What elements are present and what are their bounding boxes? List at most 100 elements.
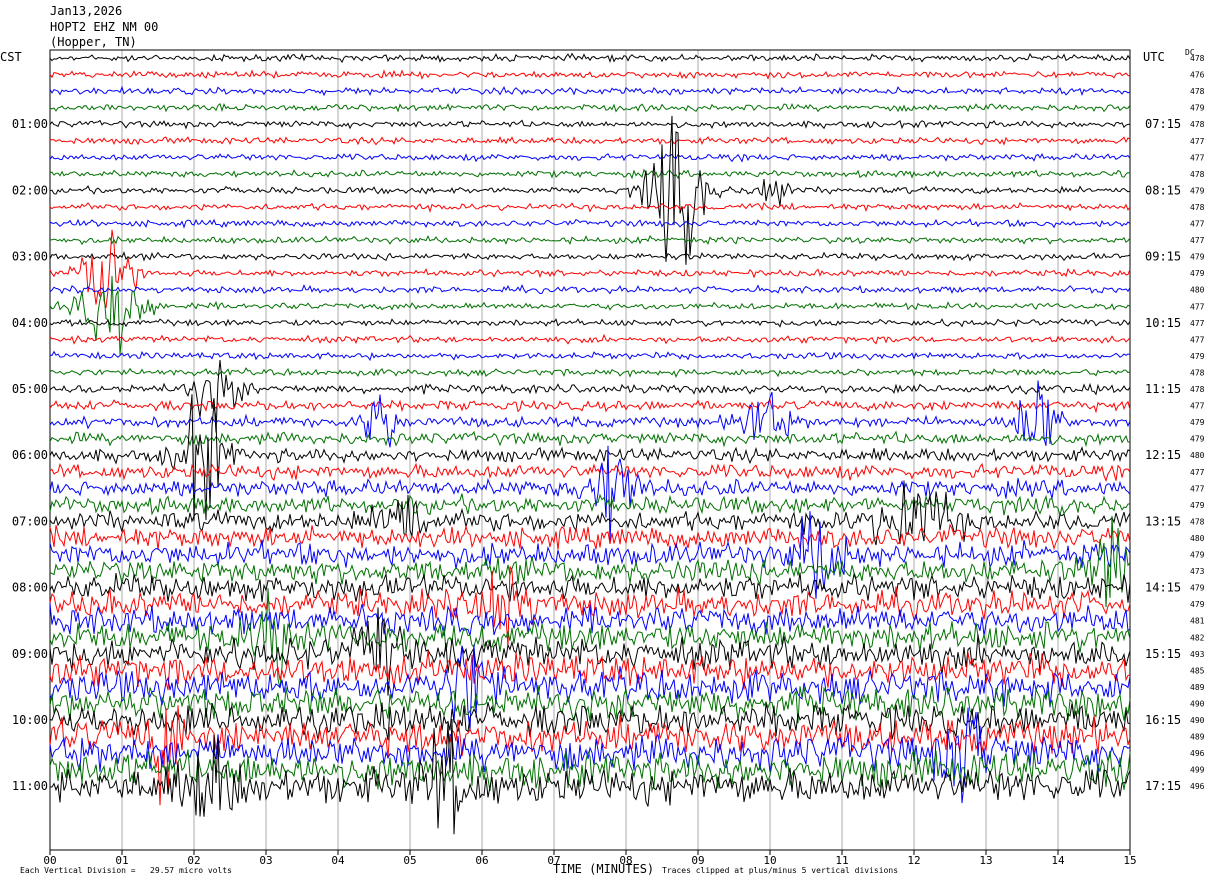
dc-offset-label: 477 [1190,468,1205,477]
dc-offset-label: 478 [1190,385,1205,394]
dc-offset-label: 479 [1190,186,1205,195]
seismic-trace [49,69,1131,80]
dc-offset-label: 478 [1190,170,1205,179]
dc-offset-label: 477 [1190,302,1205,311]
x-tick-label: 09 [691,854,704,867]
x-tick-label: 12 [907,854,920,867]
seismic-trace [49,318,1131,328]
helicorder-plot: 00 01 02 03 04 05 06 07 08 09 10 11 12 13 14 15 478 476 47… [12,49,1205,867]
right-hour-label: 13:15 [1145,514,1181,528]
dc-offset-label: 481 [1190,617,1205,626]
right-hour-label: 17:15 [1145,779,1181,793]
x-tick-label: 00 [43,854,56,867]
right-hour-label: 09:15 [1145,250,1181,264]
x-tick-label: 14 [1051,854,1065,867]
left-hour-label: 11:00 [12,779,48,793]
right-hour-label: 11:15 [1145,382,1181,396]
seismic-trace [49,333,1131,345]
right-hour-label: 07:15 [1145,117,1181,131]
seismic-trace [49,135,1131,146]
dc-offset-label: 490 [1190,699,1205,708]
right-hour-label: 16:15 [1145,713,1181,727]
left-hour-label: 07:00 [12,514,48,528]
dc-offset-label: 477 [1190,402,1205,411]
dc-offset-label: 480 [1190,534,1205,543]
x-tick-label: 04 [331,854,345,867]
dc-offset-label: 482 [1190,633,1205,642]
seismic-trace [49,480,1131,546]
dc-offset-label: 479 [1190,600,1205,609]
dc-offset-label: 496 [1190,782,1205,791]
seismic-trace [49,229,1131,309]
seismic-trace [49,462,1131,483]
dc-offset-label: 479 [1190,269,1205,278]
seismic-trace [49,201,1131,214]
dc-offset-label: 477 [1190,153,1205,162]
dc-offset-label: 478 [1190,120,1205,129]
dc-offset-label: 480 [1190,286,1205,295]
right-hour-label: 14:15 [1145,581,1181,595]
dc-offset-label: 473 [1190,567,1205,576]
seismic-trace [49,394,1131,522]
dc-offset-label: 490 [1190,716,1205,725]
left-hour-label: 03:00 [12,250,48,264]
seismic-trace [49,493,1131,518]
dc-offset-label: 499 [1190,766,1205,775]
dc-offset-label: 478 [1190,368,1205,377]
x-tick-label: 15 [1123,854,1136,867]
dc-offset-label: 479 [1190,104,1205,113]
x-tick-label: 06 [475,854,488,867]
right-hour-label: 12:15 [1145,448,1181,462]
dc-offset-label: 477 [1190,484,1205,493]
seismic-trace [49,283,1131,295]
dc-offset-label: 479 [1190,551,1205,560]
seismic-trace [49,52,1131,64]
dc-offset-label: 479 [1190,501,1205,510]
dc-offset-label: 489 [1190,733,1205,742]
x-tick-label: 03 [259,854,272,867]
dc-offset-label: 479 [1190,418,1205,427]
left-hour-label: 09:00 [12,647,48,661]
dc-offset-label: 477 [1190,137,1205,146]
x-tick-label: 13 [979,854,992,867]
left-hour-label: 02:00 [12,183,48,197]
x-tick-label: 10 [763,854,776,867]
dc-offset-label: 476 [1190,71,1205,80]
seismic-trace [49,234,1131,246]
left-hour-label: 04:00 [12,316,48,330]
dc-offset-label: 480 [1190,451,1205,460]
dc-offset-label: 478 [1190,54,1205,63]
seismic-trace [49,168,1131,180]
left-hour-label: 01:00 [12,117,48,131]
left-hour-label: 06:00 [12,448,48,462]
seismic-trace [49,152,1131,163]
x-tick-label: 01 [115,854,128,867]
dc-offset-label: 477 [1190,236,1205,245]
dc-offset-label: 477 [1190,220,1205,229]
x-tick-label: 02 [187,854,200,867]
dc-offset-label: 493 [1190,650,1205,659]
right-hour-label: 08:15 [1145,183,1181,197]
dc-offset-label: 478 [1190,203,1205,212]
x-tick-label: 11 [835,854,848,867]
seismic-trace [49,102,1131,113]
seismic-trace [49,523,1131,551]
left-hour-label: 10:00 [12,713,48,727]
dc-offset-label: 479 [1190,253,1205,262]
dc-offset-label: 479 [1190,435,1205,444]
dc-offset-label: 478 [1190,87,1205,96]
seismic-trace [49,218,1131,229]
x-tick-label: 05 [403,854,416,867]
x-tick-label: 07 [547,854,560,867]
seismic-trace [49,85,1131,97]
dc-offset-label: 485 [1190,666,1205,675]
dc-offset-label: 479 [1190,584,1205,593]
x-tick-label: 08 [619,854,632,867]
seismic-trace [49,350,1131,362]
dc-offset-label: 478 [1190,517,1205,526]
seismic-trace [49,607,1131,696]
right-hour-label: 15:15 [1145,647,1181,661]
dc-offset-label: 477 [1190,319,1205,328]
left-hour-label: 08:00 [12,581,48,595]
dc-offset-label: 477 [1190,335,1205,344]
